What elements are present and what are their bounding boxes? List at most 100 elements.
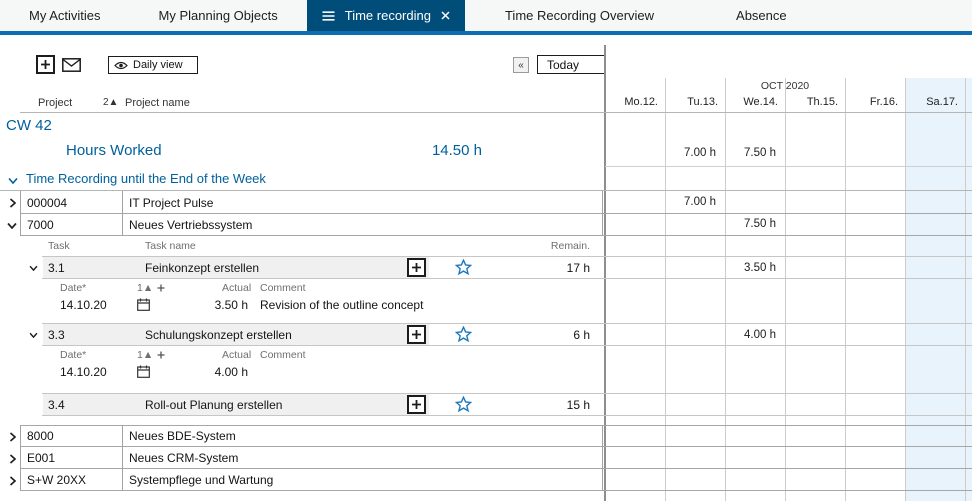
eye-icon bbox=[114, 61, 128, 70]
remain-value: 15 h bbox=[520, 398, 590, 412]
today-button[interactable]: Today bbox=[537, 55, 606, 74]
expand-row-icon[interactable] bbox=[9, 454, 16, 464]
tab-bar: My Activities My Planning Objects Time r… bbox=[0, 0, 972, 31]
day-header-tu[interactable]: Tu.13. bbox=[665, 96, 725, 108]
tab-absence[interactable]: Absence bbox=[694, 0, 829, 31]
expand-row-icon[interactable] bbox=[9, 198, 16, 208]
column-header-comment: Comment bbox=[260, 349, 306, 361]
add-booking-button[interactable] bbox=[407, 395, 426, 414]
hours-worked-row: Hours Worked 14.50 h 7.00 h 7.50 h bbox=[0, 140, 972, 167]
project-row: S+W 20XX Systempflege und Wartung bbox=[0, 469, 972, 491]
project-id-cell[interactable]: 7000 bbox=[21, 214, 123, 236]
task-id[interactable]: 3.4 bbox=[48, 398, 65, 412]
hours-worked-total: 14.50 h bbox=[400, 142, 482, 159]
task-row: 3.4 Roll-out Planung erstellen 15 h bbox=[0, 393, 972, 417]
task-name[interactable]: Feinkonzept erstellen bbox=[145, 261, 259, 275]
collapse-row-icon[interactable] bbox=[7, 222, 17, 229]
tab-time-recording-overview[interactable]: Time Recording Overview bbox=[465, 0, 694, 31]
column-header-comment: Comment bbox=[260, 282, 306, 294]
favorite-star-icon[interactable] bbox=[455, 259, 472, 275]
project-name-cell[interactable]: IT Project Pulse bbox=[123, 191, 602, 214]
add-button[interactable] bbox=[36, 55, 55, 74]
project-row: 7000 Neues Vertriebssystem 7.50 h bbox=[0, 214, 972, 236]
project-name-cell[interactable]: Neues CRM-System bbox=[123, 447, 602, 469]
tab-label: My Planning Objects bbox=[159, 8, 278, 23]
project-name-cell[interactable]: Neues Vertriebssystem bbox=[123, 214, 602, 236]
tab-label: Time Recording Overview bbox=[505, 8, 654, 23]
collapse-task-icon[interactable] bbox=[29, 332, 38, 338]
previous-button[interactable]: « bbox=[513, 57, 529, 73]
mail-icon[interactable] bbox=[61, 57, 81, 72]
expand-row-icon[interactable] bbox=[9, 432, 16, 442]
entry-row: 14.10.20 3.50 h Revision of the outline … bbox=[0, 296, 972, 316]
project-row: E001 Neues CRM-System bbox=[0, 447, 972, 469]
project-cells: S+W 20XX Systempflege und Wartung bbox=[20, 469, 603, 491]
project-id-cell[interactable]: 8000 bbox=[21, 425, 123, 447]
entry-actual[interactable]: 3.50 h bbox=[204, 298, 248, 312]
task-id[interactable]: 3.3 bbox=[48, 328, 65, 342]
entry-date[interactable]: 14.10.20 bbox=[60, 298, 107, 312]
entry-date[interactable]: 14.10.20 bbox=[60, 365, 107, 379]
column-header-remain: Remain. bbox=[520, 240, 590, 252]
day-header-sa[interactable]: Sa.17. bbox=[905, 96, 965, 108]
task-row: 3.1 Feinkonzept erstellen 17 h 3.50 h bbox=[0, 256, 972, 280]
calendar-icon[interactable] bbox=[137, 365, 150, 378]
task-id[interactable]: 3.1 bbox=[48, 261, 65, 275]
collapse-section-icon[interactable] bbox=[8, 177, 18, 184]
add-booking-button[interactable] bbox=[407, 325, 426, 344]
favorite-star-icon[interactable] bbox=[455, 326, 472, 342]
week-row: CW 42 bbox=[0, 117, 972, 139]
tab-my-activities[interactable]: My Activities bbox=[0, 0, 130, 31]
project-cells: 8000 Neues BDE-System bbox=[20, 425, 603, 447]
view-mode-label: Daily view bbox=[133, 59, 183, 71]
project-name-cell[interactable]: Systempflege und Wartung bbox=[123, 469, 602, 491]
day-cell[interactable]: 3.50 h bbox=[725, 262, 785, 274]
day-header-mo[interactable]: Mo.12. bbox=[605, 96, 665, 108]
day-header-th[interactable]: Th.15. bbox=[785, 96, 845, 108]
collapse-task-icon[interactable] bbox=[29, 265, 38, 271]
view-mode-select[interactable]: Daily view bbox=[108, 56, 198, 74]
column-header-date: Date* bbox=[60, 349, 86, 361]
day-header-we[interactable]: We.14. bbox=[725, 96, 785, 108]
entry-sort-indicator[interactable]: 1▲ bbox=[137, 349, 153, 361]
day-cell[interactable]: 4.00 h bbox=[725, 329, 785, 341]
project-id-cell[interactable]: 000004 bbox=[21, 191, 123, 214]
calendar-icon[interactable] bbox=[137, 298, 150, 311]
remain-value: 6 h bbox=[520, 328, 590, 342]
add-booking-button[interactable] bbox=[407, 258, 426, 277]
tab-label: Time recording bbox=[345, 8, 431, 23]
hours-day-cell: 7.50 h bbox=[725, 147, 785, 159]
add-entry-icon[interactable] bbox=[157, 284, 165, 292]
sort-indicator[interactable]: 2▲ bbox=[103, 97, 118, 108]
favorite-star-icon[interactable] bbox=[455, 396, 472, 412]
day-header-fr[interactable]: Fr.16. bbox=[845, 96, 905, 108]
column-header-actual: Actual bbox=[222, 282, 251, 294]
entry-actual[interactable]: 4.00 h bbox=[204, 365, 248, 379]
entry-sort-indicator[interactable]: 1▲ bbox=[137, 282, 153, 294]
time-recording-app: My Activities My Planning Objects Time r… bbox=[0, 0, 972, 501]
close-tab-icon[interactable] bbox=[441, 11, 450, 20]
column-header-actual: Actual bbox=[222, 349, 251, 361]
expand-row-icon[interactable] bbox=[9, 476, 16, 486]
tab-label: My Activities bbox=[29, 8, 101, 23]
tab-time-recording[interactable]: Time recording bbox=[307, 0, 465, 31]
column-header-project[interactable]: Project bbox=[38, 97, 72, 109]
project-id-cell[interactable]: S+W 20XX bbox=[21, 469, 123, 491]
task-header-row: Task Task name Remain. bbox=[0, 240, 972, 255]
hours-day-cell: 7.00 h bbox=[665, 147, 725, 159]
column-header-project-name[interactable]: Project name bbox=[125, 97, 190, 109]
add-entry-icon[interactable] bbox=[157, 351, 165, 359]
task-name[interactable]: Roll-out Planung erstellen bbox=[145, 398, 282, 412]
entry-comment[interactable]: Revision of the outline concept bbox=[260, 298, 423, 312]
project-id-cell[interactable]: E001 bbox=[21, 447, 123, 469]
project-cells: 000004 IT Project Pulse bbox=[20, 191, 603, 214]
day-cell: 7.50 h bbox=[725, 218, 785, 230]
project-row: 000004 IT Project Pulse 7.00 h bbox=[0, 191, 972, 214]
task-name[interactable]: Schulungskonzept erstellen bbox=[145, 328, 292, 342]
menu-icon[interactable] bbox=[322, 11, 335, 21]
tab-label: Absence bbox=[736, 8, 787, 23]
task-row: 3.3 Schulungskonzept erstellen 6 h 4.00 … bbox=[0, 323, 972, 347]
section-title[interactable]: Time Recording until the End of the Week bbox=[26, 171, 266, 186]
project-name-cell[interactable]: Neues BDE-System bbox=[123, 425, 602, 447]
tab-my-planning-objects[interactable]: My Planning Objects bbox=[130, 0, 307, 31]
